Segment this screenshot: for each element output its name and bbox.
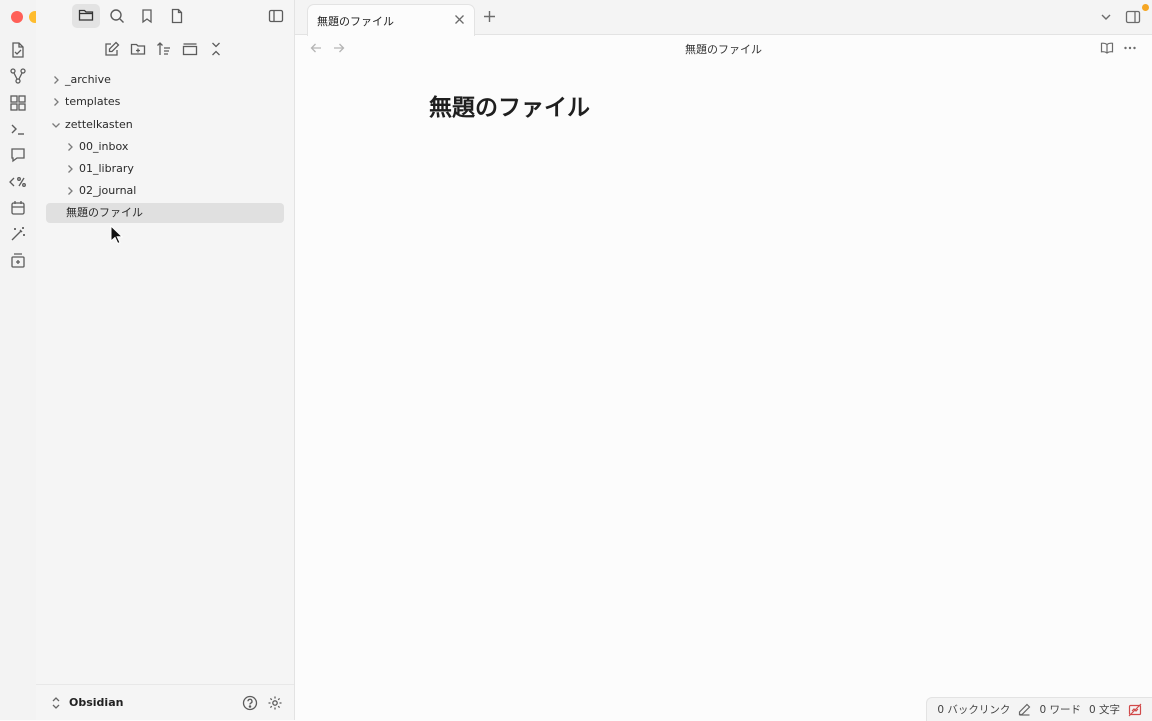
collapse-all-icon[interactable]	[208, 41, 226, 59]
tree-folder-templates[interactable]: templates	[51, 92, 281, 112]
templater-icon[interactable]	[9, 173, 27, 191]
status-char-count: 0 文字	[1088, 704, 1120, 716]
window-close-button[interactable]	[11, 11, 23, 23]
chevron-right-icon	[51, 97, 61, 107]
graph-icon[interactable]	[9, 67, 27, 85]
magic-wand-icon[interactable]	[9, 225, 27, 243]
new-card-icon[interactable]	[9, 252, 27, 270]
chevron-right-icon	[65, 186, 75, 196]
new-note-icon[interactable]	[104, 41, 122, 59]
tab-bar: 無題のファイル	[295, 0, 1152, 36]
sidebar-toggle-icon[interactable]	[268, 8, 288, 26]
tree-file-untitled[interactable]: 無題のファイル	[46, 203, 284, 223]
calendar-icon[interactable]	[9, 199, 27, 217]
tree-item-label: _archive	[65, 73, 111, 86]
status-bar: 0 バックリンク 0 ワード 0 文字	[926, 697, 1152, 721]
tree-folder-journal[interactable]: 02_journal	[65, 181, 281, 201]
chevron-updown-icon[interactable]	[50, 696, 62, 710]
editor-area: 無題のファイル 無題のファイル 無題のファイル 0 バックリンク 0 ワード 0…	[295, 0, 1152, 721]
notification-dot	[1142, 4, 1149, 11]
files-tab-button[interactable]	[72, 4, 100, 28]
edit-pencil-icon[interactable]	[1018, 703, 1031, 716]
tree-folder-archive[interactable]: _archive	[51, 70, 281, 90]
tab-list-chevron-down-icon[interactable]	[1100, 11, 1112, 23]
auto-reveal-icon[interactable]	[182, 41, 200, 59]
left-ribbon	[0, 0, 59, 720]
tree-folder-inbox[interactable]: 00_inbox	[65, 137, 281, 157]
terminal-icon[interactable]	[9, 120, 27, 138]
tree-folder-library[interactable]: 01_library	[65, 159, 281, 179]
mouse-cursor-icon	[110, 225, 124, 245]
tree-item-label: 01_library	[79, 162, 134, 175]
tree-item-label: 00_inbox	[79, 140, 129, 153]
file-explorer-sidebar: _archive templates zettelkasten 00_inbox…	[36, 0, 295, 720]
tree-item-label: 無題のファイル	[66, 206, 143, 219]
view-header-title[interactable]: 無題のファイル	[295, 41, 1152, 57]
chevron-right-icon	[65, 164, 75, 174]
chevron-right-icon	[51, 75, 61, 85]
more-options-icon[interactable]	[1123, 41, 1137, 55]
tab-title: 無題のファイル	[317, 15, 394, 28]
status-backlinks[interactable]: 0 バックリンク	[937, 702, 1010, 717]
right-sidebar-toggle-icon[interactable]	[1125, 9, 1141, 25]
tree-item-label: templates	[65, 95, 121, 108]
tree-item-label: zettelkasten	[65, 118, 133, 131]
sort-icon[interactable]	[156, 41, 174, 59]
new-folder-icon[interactable]	[130, 41, 148, 59]
file-icon[interactable]	[169, 8, 189, 26]
tree-folder-zettelkasten[interactable]: zettelkasten	[51, 115, 281, 135]
vault-switcher-bar: Obsidian	[36, 684, 294, 721]
help-icon[interactable]	[242, 695, 258, 711]
chevron-down-icon	[51, 120, 61, 130]
tab-untitled[interactable]: 無題のファイル	[307, 4, 475, 36]
tree-item-label: 02_journal	[79, 184, 137, 197]
search-icon[interactable]	[109, 8, 129, 26]
vault-name[interactable]: Obsidian	[69, 696, 123, 709]
switcher-icon[interactable]	[9, 41, 27, 59]
new-tab-plus-icon[interactable]	[483, 10, 496, 23]
chevron-right-icon	[65, 142, 75, 152]
reading-view-book-icon[interactable]	[1100, 41, 1114, 55]
canvas-icon[interactable]	[9, 94, 27, 112]
chat-icon[interactable]	[9, 146, 27, 164]
bookmark-icon[interactable]	[139, 8, 159, 26]
sync-status-icon[interactable]	[1128, 703, 1142, 717]
status-word-count: 0 ワード	[1039, 704, 1081, 716]
note-title[interactable]: 無題のファイル	[429, 88, 590, 122]
settings-gear-icon[interactable]	[267, 695, 283, 711]
close-icon[interactable]	[454, 14, 465, 25]
